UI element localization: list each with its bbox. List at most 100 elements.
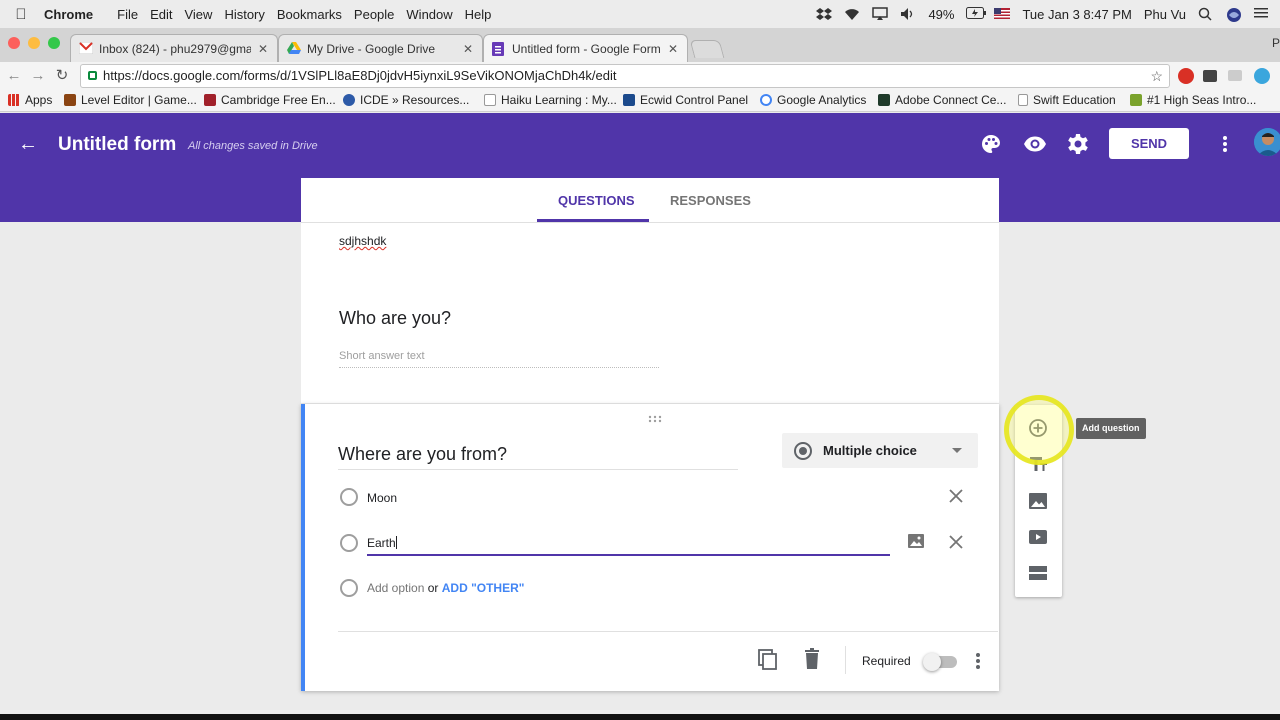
bookmark-item[interactable]: Swift Education: [1018, 93, 1116, 107]
tab-drive[interactable]: My Drive - Google Drive ✕: [278, 34, 483, 62]
maximize-window-button[interactable]: [48, 37, 60, 49]
bookmark-item[interactable]: Adobe Connect Ce...: [878, 93, 1006, 107]
menu-view[interactable]: View: [184, 7, 224, 22]
menu-history[interactable]: History: [224, 7, 276, 22]
us-flag-icon[interactable]: [994, 7, 1011, 21]
delete-trash-icon[interactable]: [802, 648, 822, 670]
tab-google-forms[interactable]: Untitled form - Google Forms ✕: [483, 34, 688, 62]
add-image-icon[interactable]: [907, 532, 925, 550]
menu-window[interactable]: Window: [406, 7, 464, 22]
add-other-link[interactable]: ADD "OTHER": [442, 581, 525, 595]
required-label: Required: [862, 654, 911, 668]
volume-icon[interactable]: [900, 7, 916, 21]
siri-icon[interactable]: [1226, 7, 1242, 22]
bookmark-item[interactable]: Level Editor | Game...: [64, 93, 197, 107]
remove-option-icon[interactable]: [947, 487, 965, 505]
menu-people[interactable]: People: [354, 7, 406, 22]
tab-gmail[interactable]: Inbox (824) - phu2979@gmail ✕: [70, 34, 278, 62]
minimize-window-button[interactable]: [28, 37, 40, 49]
apps-grid-icon: [8, 94, 20, 106]
profile-initial[interactable]: P: [1272, 36, 1280, 50]
high-seas-icon: [1130, 94, 1142, 106]
tab-title: My Drive - Google Drive: [307, 41, 436, 56]
required-toggle[interactable]: [923, 653, 957, 671]
bookmark-apps[interactable]: Apps: [8, 93, 52, 107]
remove-option-icon[interactable]: [947, 533, 965, 551]
page-icon: [484, 94, 496, 106]
menu-help[interactable]: Help: [465, 7, 504, 22]
gmail-icon: [78, 41, 94, 56]
bookmark-item[interactable]: ICDE » Resources...: [343, 93, 469, 107]
settings-gear-icon[interactable]: [1066, 132, 1090, 156]
active-question-card[interactable]: Where are you from? Multiple choice Moon…: [301, 404, 999, 691]
translate-extension-icon[interactable]: [1254, 68, 1270, 84]
menu-app-chrome[interactable]: Chrome: [44, 7, 105, 22]
more-options-icon[interactable]: [1216, 132, 1234, 156]
airplay-icon[interactable]: [872, 7, 889, 21]
option-radio: [340, 488, 358, 506]
bookmark-star-icon[interactable]: ☆: [1150, 65, 1163, 87]
add-image-icon[interactable]: [1028, 491, 1048, 511]
bookmark-item[interactable]: #1 High Seas Intro...: [1130, 93, 1256, 107]
palette-icon[interactable]: [979, 132, 1003, 156]
tab-responses[interactable]: RESPONSES: [670, 193, 751, 208]
bookmark-item[interactable]: Haiku Learning : My...: [484, 93, 617, 107]
question-card[interactable]: sdjhshdk Who are you? Short answer text: [301, 223, 999, 403]
notification-center-icon[interactable]: [1254, 7, 1270, 21]
bookmark-label: Google Analytics: [777, 93, 867, 107]
back-icon[interactable]: ←: [4, 66, 24, 86]
bookmark-item[interactable]: Cambridge Free En...: [204, 93, 336, 107]
apple-menu-icon[interactable]: : [0, 6, 42, 23]
tab-questions[interactable]: QUESTIONS: [558, 193, 635, 208]
spotlight-search-icon[interactable]: [1198, 7, 1214, 21]
more-question-options-icon[interactable]: [975, 652, 981, 670]
back-arrow-icon[interactable]: ←: [18, 134, 38, 154]
battery-icon[interactable]: [966, 7, 987, 21]
question-title-input[interactable]: Where are you from?: [338, 444, 738, 470]
question-type-dropdown[interactable]: Multiple choice: [782, 433, 978, 468]
send-button[interactable]: SEND: [1109, 128, 1189, 159]
add-section-icon[interactable]: [1028, 563, 1048, 583]
preview-eye-icon[interactable]: [1023, 132, 1047, 156]
clock[interactable]: Tue Jan 3 8:47 PM: [1022, 7, 1131, 22]
short-answer-field: Short answer text: [339, 350, 659, 368]
user-name[interactable]: Phu Vu: [1144, 7, 1186, 22]
bookmark-item[interactable]: Ecwid Control Panel: [623, 93, 748, 107]
add-video-icon[interactable]: [1028, 527, 1048, 547]
duplicate-icon[interactable]: [757, 648, 779, 670]
add-option-link[interactable]: Add option: [367, 581, 424, 595]
ecwid-icon: [623, 94, 635, 106]
option-radio: [340, 534, 358, 552]
address-bar[interactable]: https://docs.google.com/forms/d/1VSlPLl8…: [80, 64, 1170, 88]
reload-icon[interactable]: ↻: [52, 66, 72, 86]
form-tabs-bar: QUESTIONS RESPONSES: [301, 178, 999, 223]
or-text: or: [427, 581, 439, 595]
mail-extension-icon[interactable]: [1228, 70, 1242, 81]
new-tab-button[interactable]: [689, 40, 725, 58]
account-avatar[interactable]: [1254, 128, 1280, 156]
close-tab-icon[interactable]: ✕: [462, 42, 474, 56]
wifi-icon[interactable]: [844, 7, 860, 21]
bookmark-item[interactable]: Google Analytics: [760, 93, 866, 107]
close-tab-icon[interactable]: ✕: [257, 42, 269, 56]
question-title[interactable]: Who are you?: [339, 308, 451, 329]
close-tab-icon[interactable]: ✕: [667, 42, 679, 56]
forward-icon[interactable]: →: [28, 66, 48, 86]
option-label-moon[interactable]: Moon: [367, 491, 397, 505]
adblock-icon[interactable]: [1178, 68, 1194, 84]
tab-title: Inbox (824) - phu2979@gmail: [99, 41, 251, 56]
menu-file[interactable]: File: [117, 7, 150, 22]
menu-bookmarks[interactable]: Bookmarks: [277, 7, 354, 22]
option-input-earth[interactable]: Earth: [367, 532, 890, 556]
bookmark-label: Ecwid Control Panel: [640, 93, 749, 107]
menu-edit[interactable]: Edit: [150, 7, 184, 22]
extension-icon[interactable]: [1203, 70, 1217, 82]
url-text: https://docs.google.com/forms/d/1VSlPLl8…: [103, 68, 617, 83]
battery-percent: 49%: [928, 6, 955, 22]
form-title[interactable]: Untitled form: [58, 134, 176, 156]
question-type-label: Multiple choice: [823, 443, 917, 458]
close-window-button[interactable]: [8, 37, 20, 49]
dropbox-icon[interactable]: [816, 7, 833, 21]
drag-handle-icon[interactable]: [648, 410, 662, 423]
toggle-thumb: [923, 653, 941, 671]
